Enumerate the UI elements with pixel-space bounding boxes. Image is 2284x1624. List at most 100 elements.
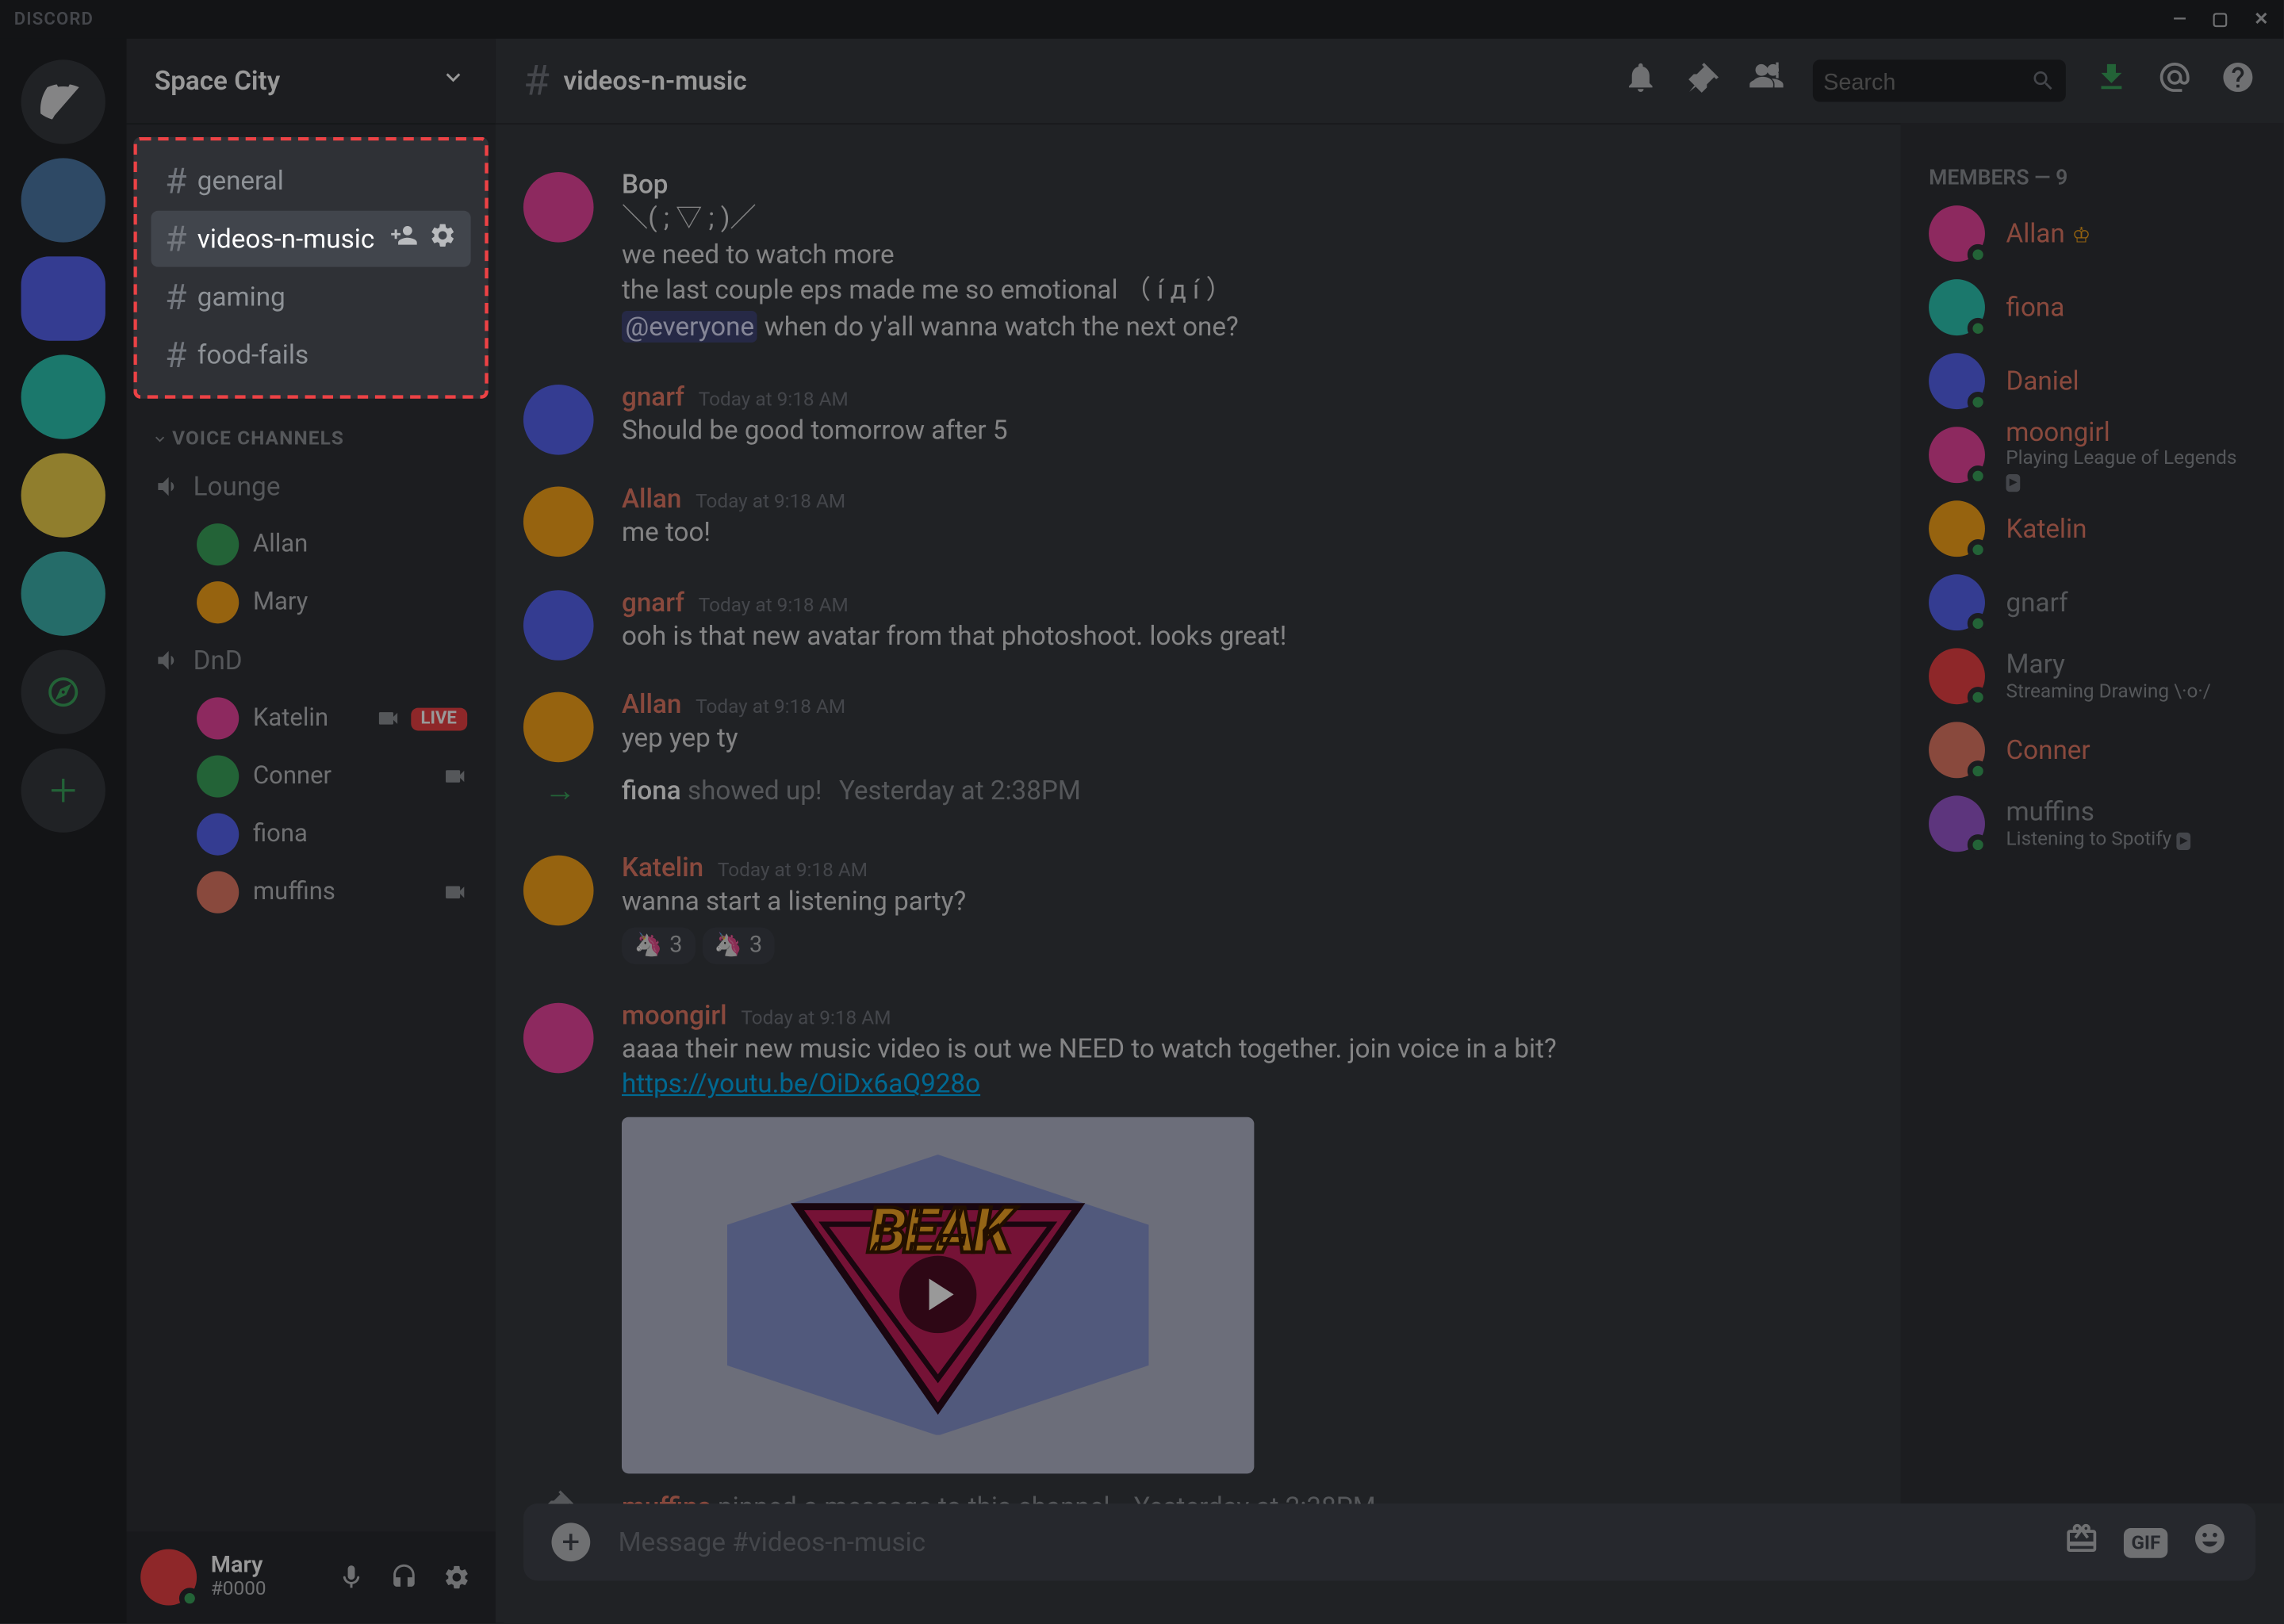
- message-input[interactable]: + Message #videos-n-music GIF: [523, 1503, 2255, 1580]
- mentions-button[interactable]: [2157, 59, 2192, 102]
- message-timestamp: Today at 9:18 AM: [696, 696, 845, 719]
- gear-icon[interactable]: [428, 221, 456, 256]
- member-item[interactable]: moongirlPlaying League of Legends ▸: [1914, 418, 2269, 492]
- message-author[interactable]: moongirl: [622, 999, 727, 1031]
- gift-icon: [2064, 1521, 2099, 1556]
- message-author[interactable]: muffins: [622, 1491, 711, 1503]
- message-author[interactable]: gnarf: [622, 586, 684, 618]
- server-icon[interactable]: [21, 552, 105, 636]
- maximize-icon[interactable]: ▢: [2212, 10, 2229, 29]
- emoji-button[interactable]: [2192, 1521, 2227, 1563]
- voice-user[interactable]: Conner: [140, 749, 481, 805]
- voice-user[interactable]: muffins: [140, 864, 481, 921]
- message-author[interactable]: fiona: [622, 775, 681, 806]
- message-author[interactable]: Allan: [622, 483, 681, 515]
- member-item[interactable]: Conner: [1914, 713, 2269, 787]
- help-button[interactable]: [2221, 59, 2255, 102]
- voice-channel-DnD[interactable]: DnD: [140, 632, 481, 688]
- video-icon: [375, 706, 400, 730]
- live-badge: LIVE: [410, 707, 467, 730]
- member-name: muffins: [2006, 798, 2192, 827]
- gif-button[interactable]: GIF: [2124, 1527, 2167, 1557]
- plus-icon: [39, 773, 88, 808]
- text-channel-videos-n-music[interactable]: # videos-n-music: [151, 211, 470, 267]
- video-embed[interactable]: BEAK: [622, 1116, 1254, 1473]
- reaction[interactable]: 🦄3: [702, 927, 775, 964]
- reaction[interactable]: 🦄3: [622, 927, 695, 964]
- member-item[interactable]: gnarf: [1914, 565, 2269, 639]
- close-icon[interactable]: ✕: [2254, 10, 2270, 29]
- server-icon[interactable]: [21, 158, 105, 242]
- mute-button[interactable]: [327, 1553, 376, 1602]
- status-indicator: [1968, 834, 1989, 856]
- inbox-button[interactable]: [2094, 59, 2129, 102]
- message-avatar[interactable]: [523, 384, 594, 454]
- notifications-button[interactable]: [1623, 59, 1658, 102]
- member-item[interactable]: MaryStreaming Drawing \·o·/: [1914, 639, 2269, 713]
- video-icon: [443, 764, 467, 789]
- message-avatar[interactable]: [523, 1002, 594, 1073]
- member-item[interactable]: Allan♔: [1914, 197, 2269, 270]
- home-button[interactable]: [21, 59, 105, 144]
- gear-icon: [443, 1563, 470, 1591]
- member-item[interactable]: muffinsListening to Spotify ▸: [1914, 787, 2269, 860]
- title-bar: DISCORD — ▢ ✕: [0, 0, 2284, 39]
- user-panel: Mary #0000: [126, 1531, 495, 1622]
- search-box[interactable]: [1813, 59, 2066, 102]
- status-indicator: [1968, 244, 1989, 266]
- server-header[interactable]: Space City: [126, 39, 495, 123]
- voice-user[interactable]: Allan: [140, 516, 481, 573]
- member-avatar: [1929, 795, 1985, 852]
- add-server-button[interactable]: [21, 749, 105, 833]
- text-channel-general[interactable]: # general: [151, 153, 470, 209]
- hash-icon: #: [523, 56, 550, 105]
- server-icon[interactable]: [21, 354, 105, 439]
- server-icon[interactable]: [21, 453, 105, 537]
- voice-user[interactable]: Mary: [140, 574, 481, 630]
- minimize-icon[interactable]: —: [2173, 10, 2187, 29]
- member-avatar: [1929, 427, 1985, 483]
- invite-icon[interactable]: [390, 221, 418, 256]
- voice-channel-Lounge[interactable]: Lounge: [140, 458, 481, 515]
- member-list-button[interactable]: [1749, 59, 1784, 102]
- member-item[interactable]: fiona: [1914, 270, 2269, 344]
- deafen-button[interactable]: [379, 1553, 428, 1602]
- pinned-messages-button[interactable]: [1686, 59, 1721, 102]
- message-avatar[interactable]: [523, 856, 594, 926]
- member-item[interactable]: Katelin: [1914, 492, 2269, 565]
- explore-servers-button[interactable]: [21, 650, 105, 734]
- member-name: Allan♔: [2006, 219, 2091, 248]
- crown-icon: ♔: [2072, 223, 2091, 247]
- voice-user[interactable]: KatelinLIVE: [140, 690, 481, 746]
- mention[interactable]: @everyone: [622, 311, 758, 343]
- download-icon: [2094, 59, 2129, 94]
- voice-channels-category[interactable]: VOICE CHANNELS: [126, 399, 495, 457]
- message-avatar[interactable]: [523, 172, 594, 243]
- link[interactable]: https://youtu.be/OiDx6aQ928o: [622, 1068, 980, 1100]
- text-channel-food-fails[interactable]: # food-fails: [151, 327, 470, 383]
- voice-user[interactable]: fiona: [140, 806, 481, 863]
- member-activity: Streaming Drawing \·o·/: [2006, 680, 2211, 703]
- message-author[interactable]: Bop: [622, 169, 669, 201]
- add-attachment-button[interactable]: +: [552, 1522, 591, 1561]
- user-info[interactable]: Mary #0000: [211, 1554, 312, 1600]
- message-author[interactable]: Allan: [622, 689, 681, 721]
- message-author[interactable]: gnarf: [622, 381, 684, 412]
- message: moongirlToday at 9:18 AM aaaa their new …: [496, 995, 1901, 1477]
- message-avatar[interactable]: [523, 693, 594, 764]
- member-item[interactable]: Daniel: [1914, 344, 2269, 418]
- message-avatar[interactable]: [523, 590, 594, 661]
- user-settings-button[interactable]: [432, 1553, 481, 1602]
- member-avatar: [1929, 279, 1985, 335]
- headphones-icon: [390, 1563, 418, 1591]
- text-channel-gaming[interactable]: # gaming: [151, 269, 470, 325]
- user-avatar[interactable]: [140, 1549, 197, 1606]
- search-input[interactable]: [1823, 67, 2030, 94]
- message-author[interactable]: Katelin: [622, 852, 703, 883]
- message-avatar[interactable]: [523, 487, 594, 557]
- channel-name: general: [197, 165, 457, 197]
- server-icon-active[interactable]: [21, 256, 105, 340]
- message-content: ooh is that new avatar from that photosh…: [622, 618, 1872, 654]
- gift-button[interactable]: [2064, 1521, 2099, 1563]
- system-message: → fiona showed up! Yesterday at 2:38PM: [496, 760, 1901, 820]
